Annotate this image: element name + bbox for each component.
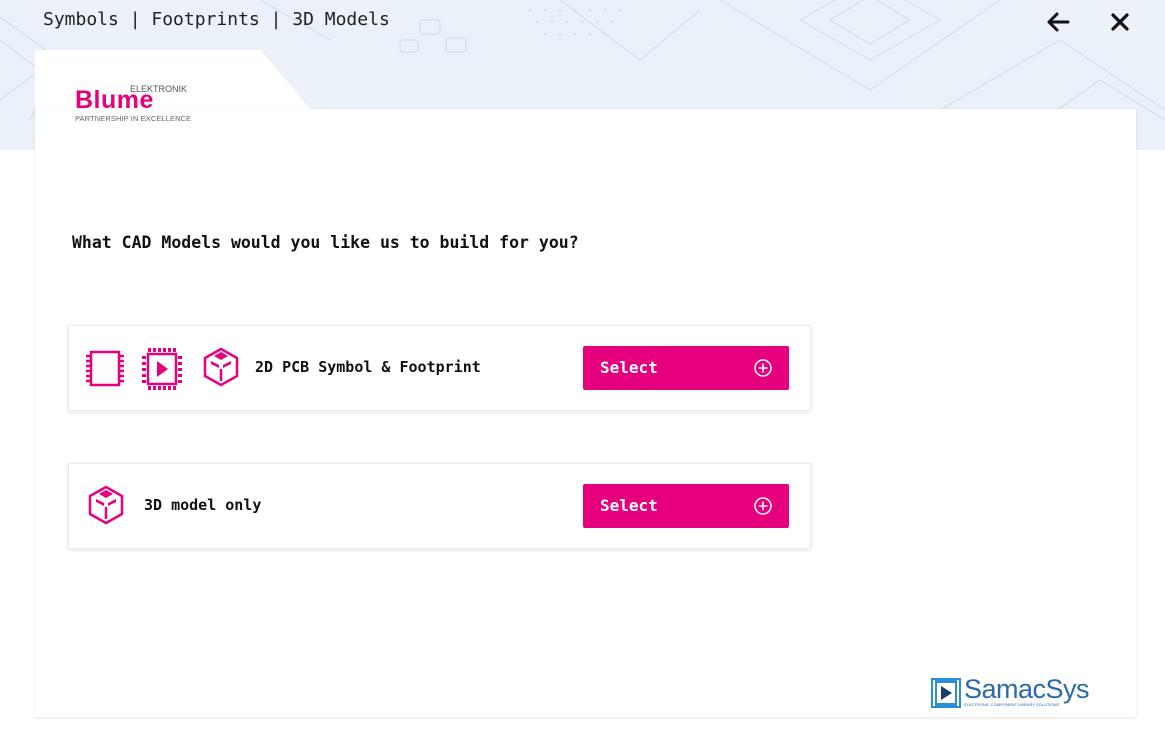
arrow-left-icon xyxy=(1047,12,1070,32)
plus-circle-icon xyxy=(754,497,772,515)
samacsys-chip-icon xyxy=(931,678,961,708)
select-2d-pcb-button[interactable]: Select xyxy=(583,346,789,390)
symbol-icon xyxy=(86,350,124,387)
logo-tagline: PARTNERSHIP IN EXCELLENCE xyxy=(75,114,192,123)
footprint-icon xyxy=(142,348,182,390)
option-label: 3D model only xyxy=(144,496,262,514)
question-heading: What CAD Models would you like us to bui… xyxy=(72,233,579,252)
logo-brand: Blume xyxy=(75,86,154,114)
3d-model-icon xyxy=(88,485,124,525)
page-title: Symbols | Footprints | 3D Models xyxy=(43,9,390,30)
3d-model-icon xyxy=(203,347,239,387)
blume-logo: ELEKTRONIK Blume PARTNERSHIP IN EXCELLEN… xyxy=(75,82,215,126)
select-3d-model-button[interactable]: Select xyxy=(583,484,789,528)
select-button-label: Select xyxy=(600,496,658,515)
back-button[interactable] xyxy=(1042,6,1074,38)
close-button[interactable] xyxy=(1104,6,1136,38)
main-card xyxy=(35,109,1136,717)
select-button-label: Select xyxy=(600,358,658,377)
option-3d-model: 3D model only Select xyxy=(68,463,811,549)
option-2d-pcb: 2D PCB Symbol & Footprint Select xyxy=(68,325,811,411)
option-label: 2D PCB Symbol & Footprint xyxy=(255,358,481,376)
samacsys-text: SamacSys xyxy=(964,674,1090,704)
plus-circle-icon xyxy=(754,359,772,377)
samacsys-logo: SamacSys ELECTRONIC COMPONENT LIBRARY SO… xyxy=(931,674,1101,710)
samacsys-subtext: ELECTRONIC COMPONENT LIBRARY SOLUTIONS xyxy=(964,702,1060,707)
close-icon xyxy=(1111,13,1129,31)
